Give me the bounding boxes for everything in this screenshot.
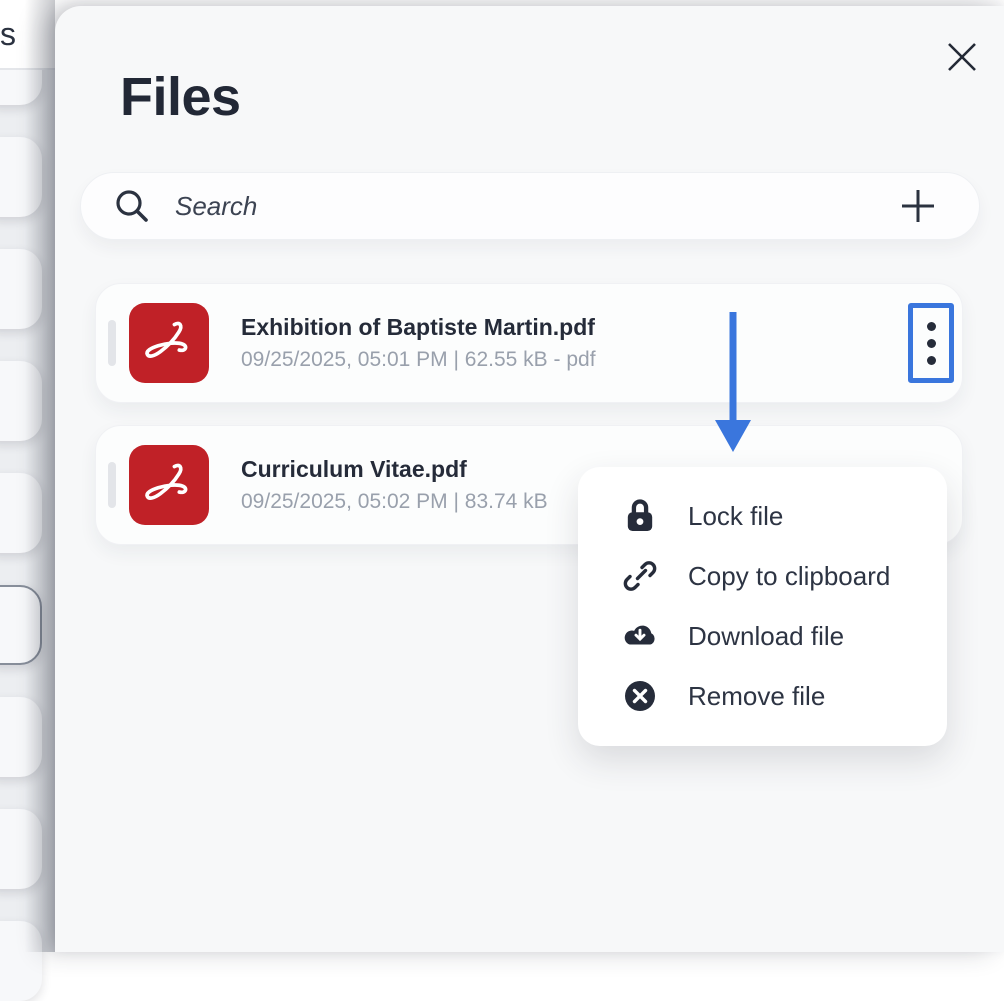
file-meta: 09/25/2025, 05:01 PM | 62.55 kB - pdf	[241, 348, 962, 372]
plus-icon	[899, 187, 937, 225]
background-card	[0, 137, 42, 217]
search-input[interactable]	[175, 191, 899, 222]
menu-item-remove-file[interactable]: Remove file	[578, 666, 947, 726]
background-header: s	[0, 0, 55, 70]
add-file-button[interactable]	[899, 187, 937, 225]
background-card	[0, 473, 42, 553]
remove-icon	[622, 680, 658, 712]
file-name: Exhibition of Baptiste Martin.pdf	[241, 314, 962, 341]
background-page	[0, 0, 55, 952]
link-icon	[622, 559, 658, 593]
background-card	[0, 697, 42, 777]
page-title: Files	[120, 66, 241, 128]
file-menu-button[interactable]	[908, 303, 954, 383]
kebab-icon	[927, 322, 936, 331]
search-icon	[113, 187, 151, 225]
drag-handle[interactable]	[108, 320, 116, 366]
background-card-selected	[0, 585, 42, 665]
pdf-icon	[129, 303, 209, 383]
background-partial-text: s	[0, 16, 16, 53]
background-card	[0, 809, 42, 889]
menu-item-label: Remove file	[688, 681, 825, 712]
menu-item-label: Lock file	[688, 501, 783, 532]
files-panel: Files Exhibition of Baptiste Martin.pdf	[55, 6, 1004, 952]
drag-handle[interactable]	[108, 462, 116, 508]
menu-item-download-file[interactable]: Download file	[578, 606, 947, 666]
background-card	[0, 249, 42, 329]
background-card	[0, 921, 42, 1001]
menu-item-label: Download file	[688, 621, 844, 652]
menu-item-copy-to-clipboard[interactable]: Copy to clipboard	[578, 546, 947, 606]
menu-item-label: Copy to clipboard	[688, 561, 890, 592]
cloud-download-icon	[622, 622, 658, 650]
close-button[interactable]	[939, 34, 985, 80]
file-context-menu: Lock file Copy to clipboard	[578, 467, 947, 746]
kebab-icon	[927, 356, 936, 365]
close-icon	[943, 38, 981, 76]
file-info: Exhibition of Baptiste Martin.pdf 09/25/…	[241, 314, 962, 372]
lock-icon	[622, 498, 658, 534]
background-card	[0, 361, 42, 441]
pdf-icon	[129, 445, 209, 525]
kebab-icon	[927, 339, 936, 348]
search-bar	[80, 172, 980, 240]
file-row[interactable]: Exhibition of Baptiste Martin.pdf 09/25/…	[95, 283, 963, 403]
menu-item-lock-file[interactable]: Lock file	[578, 486, 947, 546]
